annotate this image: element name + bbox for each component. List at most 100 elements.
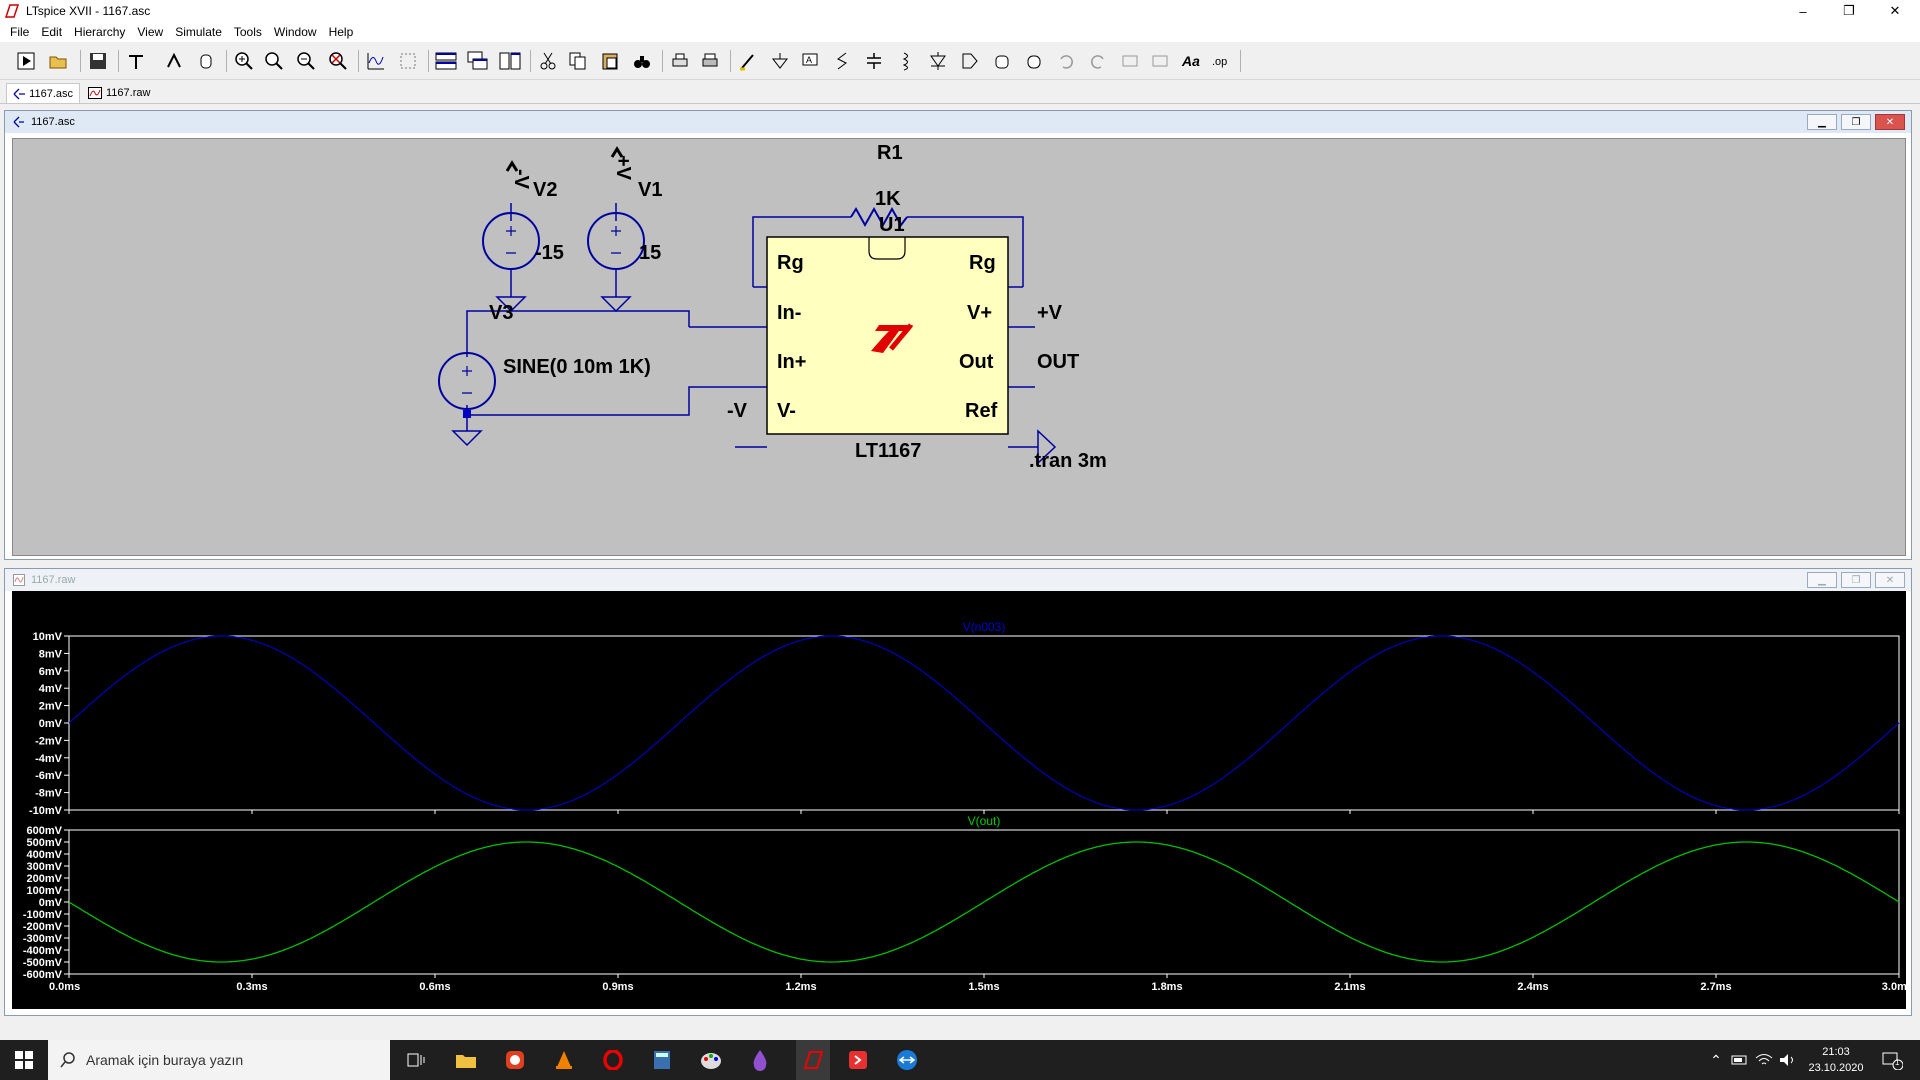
windows-start-icon[interactable] (12, 1048, 36, 1072)
close-button[interactable]: ✕ (1872, 0, 1918, 22)
y-tick-label: 100mV (27, 885, 63, 897)
zoom-full-icon[interactable] (262, 49, 286, 73)
y-tick-label: 8mV (39, 648, 63, 660)
calculator-icon[interactable] (650, 1048, 674, 1072)
schematic-canvas[interactable]: R1 1K U1 LT1167 Rg Rg In- In+ V- V+ Out … (12, 138, 1906, 556)
undo-icon[interactable] (1054, 49, 1078, 73)
waveform-minimize-button[interactable]: ▁ (1807, 572, 1837, 588)
move-hand-icon[interactable] (990, 49, 1014, 73)
opera-icon[interactable] (601, 1048, 625, 1072)
ground-icon[interactable] (768, 49, 792, 73)
paint-icon[interactable] (699, 1048, 723, 1072)
net-label-plus-v[interactable]: +V (1037, 302, 1063, 324)
ground-icon[interactable] (451, 415, 483, 447)
waveform-close-button[interactable]: ✕ (1875, 572, 1905, 588)
file-explorer-icon[interactable] (454, 1048, 478, 1072)
voltage-source-v2[interactable] (482, 212, 540, 270)
zoom-cancel-icon[interactable] (326, 49, 350, 73)
cut-icon[interactable] (536, 49, 560, 73)
taskbar-search-box[interactable]: Aramak için buraya yazın (48, 1040, 390, 1080)
menu-help[interactable]: Help (323, 25, 360, 39)
menu-tools[interactable]: Tools (228, 25, 268, 39)
tab-schematic-label: 1167.asc (29, 87, 73, 100)
notification-icon[interactable]: 1 (1880, 1048, 1904, 1072)
vlc-icon[interactable] (552, 1048, 576, 1072)
schematic-minimize-button[interactable]: ▁ (1807, 114, 1837, 130)
run-icon[interactable] (14, 49, 38, 73)
menu-window[interactable]: Window (268, 25, 323, 39)
ltspice-taskbar-icon[interactable] (796, 1040, 830, 1080)
zoom-out-icon[interactable] (294, 49, 318, 73)
taskbar-clock[interactable]: 21:03 23.10.2020 (1806, 1044, 1866, 1076)
waveform-restore-button[interactable]: ❐ (1841, 572, 1871, 588)
save-icon[interactable] (86, 49, 110, 73)
inductor-icon[interactable] (894, 49, 918, 73)
ltspice-app-icon (4, 4, 20, 18)
teamviewer-icon[interactable] (895, 1048, 919, 1072)
schematic-close-button[interactable]: ✕ (1875, 114, 1905, 130)
tile-vertical-icon[interactable] (498, 49, 522, 73)
net-label-out[interactable]: OUT (1037, 351, 1079, 373)
waveform-canvas[interactable]: V(n003) V(out) 10mV 8mV 6mV 4mV 2mV 0mV -2mV -4… (12, 591, 1913, 1009)
capacitor-icon[interactable] (862, 49, 886, 73)
trace-line-0[interactable] (68, 635, 1900, 811)
trace-line-1[interactable] (68, 841, 1900, 963)
draw-wire-icon[interactable] (736, 49, 760, 73)
tile-horizontal-icon[interactable] (434, 49, 458, 73)
taskbar-search-placeholder: Aramak için buraya yazın (86, 1052, 244, 1068)
pan-hand-icon[interactable] (194, 49, 218, 73)
plot-settings-icon[interactable] (396, 49, 420, 73)
redo-icon[interactable] (1086, 49, 1110, 73)
zoom-in-icon[interactable] (232, 49, 256, 73)
tray-chevron-icon[interactable]: ⌃ (1704, 1048, 1728, 1072)
copy-icon[interactable] (566, 49, 590, 73)
print-setup-icon[interactable] (698, 49, 722, 73)
y-tick-label: 10mV (33, 631, 63, 643)
print-icon[interactable] (668, 49, 692, 73)
control-panel-icon[interactable] (124, 49, 148, 73)
voltage-source-v1[interactable] (587, 212, 645, 270)
resistor-icon[interactable] (830, 49, 854, 73)
anydesk-icon[interactable] (846, 1048, 870, 1072)
label-net-icon[interactable]: A (798, 49, 822, 73)
ground-icon[interactable] (600, 269, 632, 313)
waveform-plot: V(n003) V(out) 10mV 8mV 6mV 4mV 2mV 0mV -2mV -4… (23, 620, 1913, 993)
autorange-icon[interactable] (364, 49, 388, 73)
paste-icon[interactable] (598, 49, 622, 73)
run-stop-icon[interactable] (162, 49, 186, 73)
rotate-icon[interactable] (1118, 49, 1142, 73)
schematic-icon (13, 88, 26, 99)
menu-simulate[interactable]: Simulate (169, 25, 228, 39)
component-icon[interactable] (958, 49, 982, 73)
schematic-restore-button[interactable]: ❐ (1841, 114, 1871, 130)
battery-icon[interactable] (1728, 1048, 1752, 1072)
mirror-icon[interactable] (1148, 49, 1172, 73)
open-folder-icon[interactable] (46, 49, 70, 73)
tab-schematic[interactable]: 1167.asc (6, 83, 80, 103)
color-drop-icon[interactable] (748, 1048, 772, 1072)
tab-waveform[interactable]: 1167.raw (82, 83, 158, 103)
net-label-minus-v[interactable]: -V (727, 400, 748, 422)
menu-edit[interactable]: Edit (35, 25, 68, 39)
spice-directive[interactable]: .tran 3m (1029, 450, 1107, 472)
volume-icon[interactable] (1776, 1048, 1800, 1072)
drag-hand-icon[interactable] (1022, 49, 1046, 73)
y-tick-label: -10mV (29, 805, 63, 817)
minimize-button[interactable]: – (1780, 0, 1826, 22)
spice-directive-icon[interactable]: .op (1210, 49, 1234, 73)
voltage-source-v3[interactable] (438, 352, 496, 410)
task-view-icon[interactable] (404, 1048, 428, 1072)
trace-label-vn003[interactable]: V(n003) (963, 620, 1006, 634)
wifi-icon[interactable] (1752, 1048, 1776, 1072)
maximize-button[interactable]: ❐ (1826, 0, 1872, 22)
wire[interactable] (466, 386, 767, 416)
trace-label-vout[interactable]: V(out) (968, 814, 1001, 828)
menu-hierarchy[interactable]: Hierarchy (68, 25, 131, 39)
taskbar-app-icon[interactable] (503, 1048, 527, 1072)
menu-file[interactable]: File (4, 25, 35, 39)
cascade-icon[interactable] (466, 49, 490, 73)
text-icon[interactable]: Aa (1180, 49, 1204, 73)
find-icon[interactable] (630, 49, 654, 73)
menu-view[interactable]: View (131, 25, 169, 39)
diode-icon[interactable] (926, 49, 950, 73)
